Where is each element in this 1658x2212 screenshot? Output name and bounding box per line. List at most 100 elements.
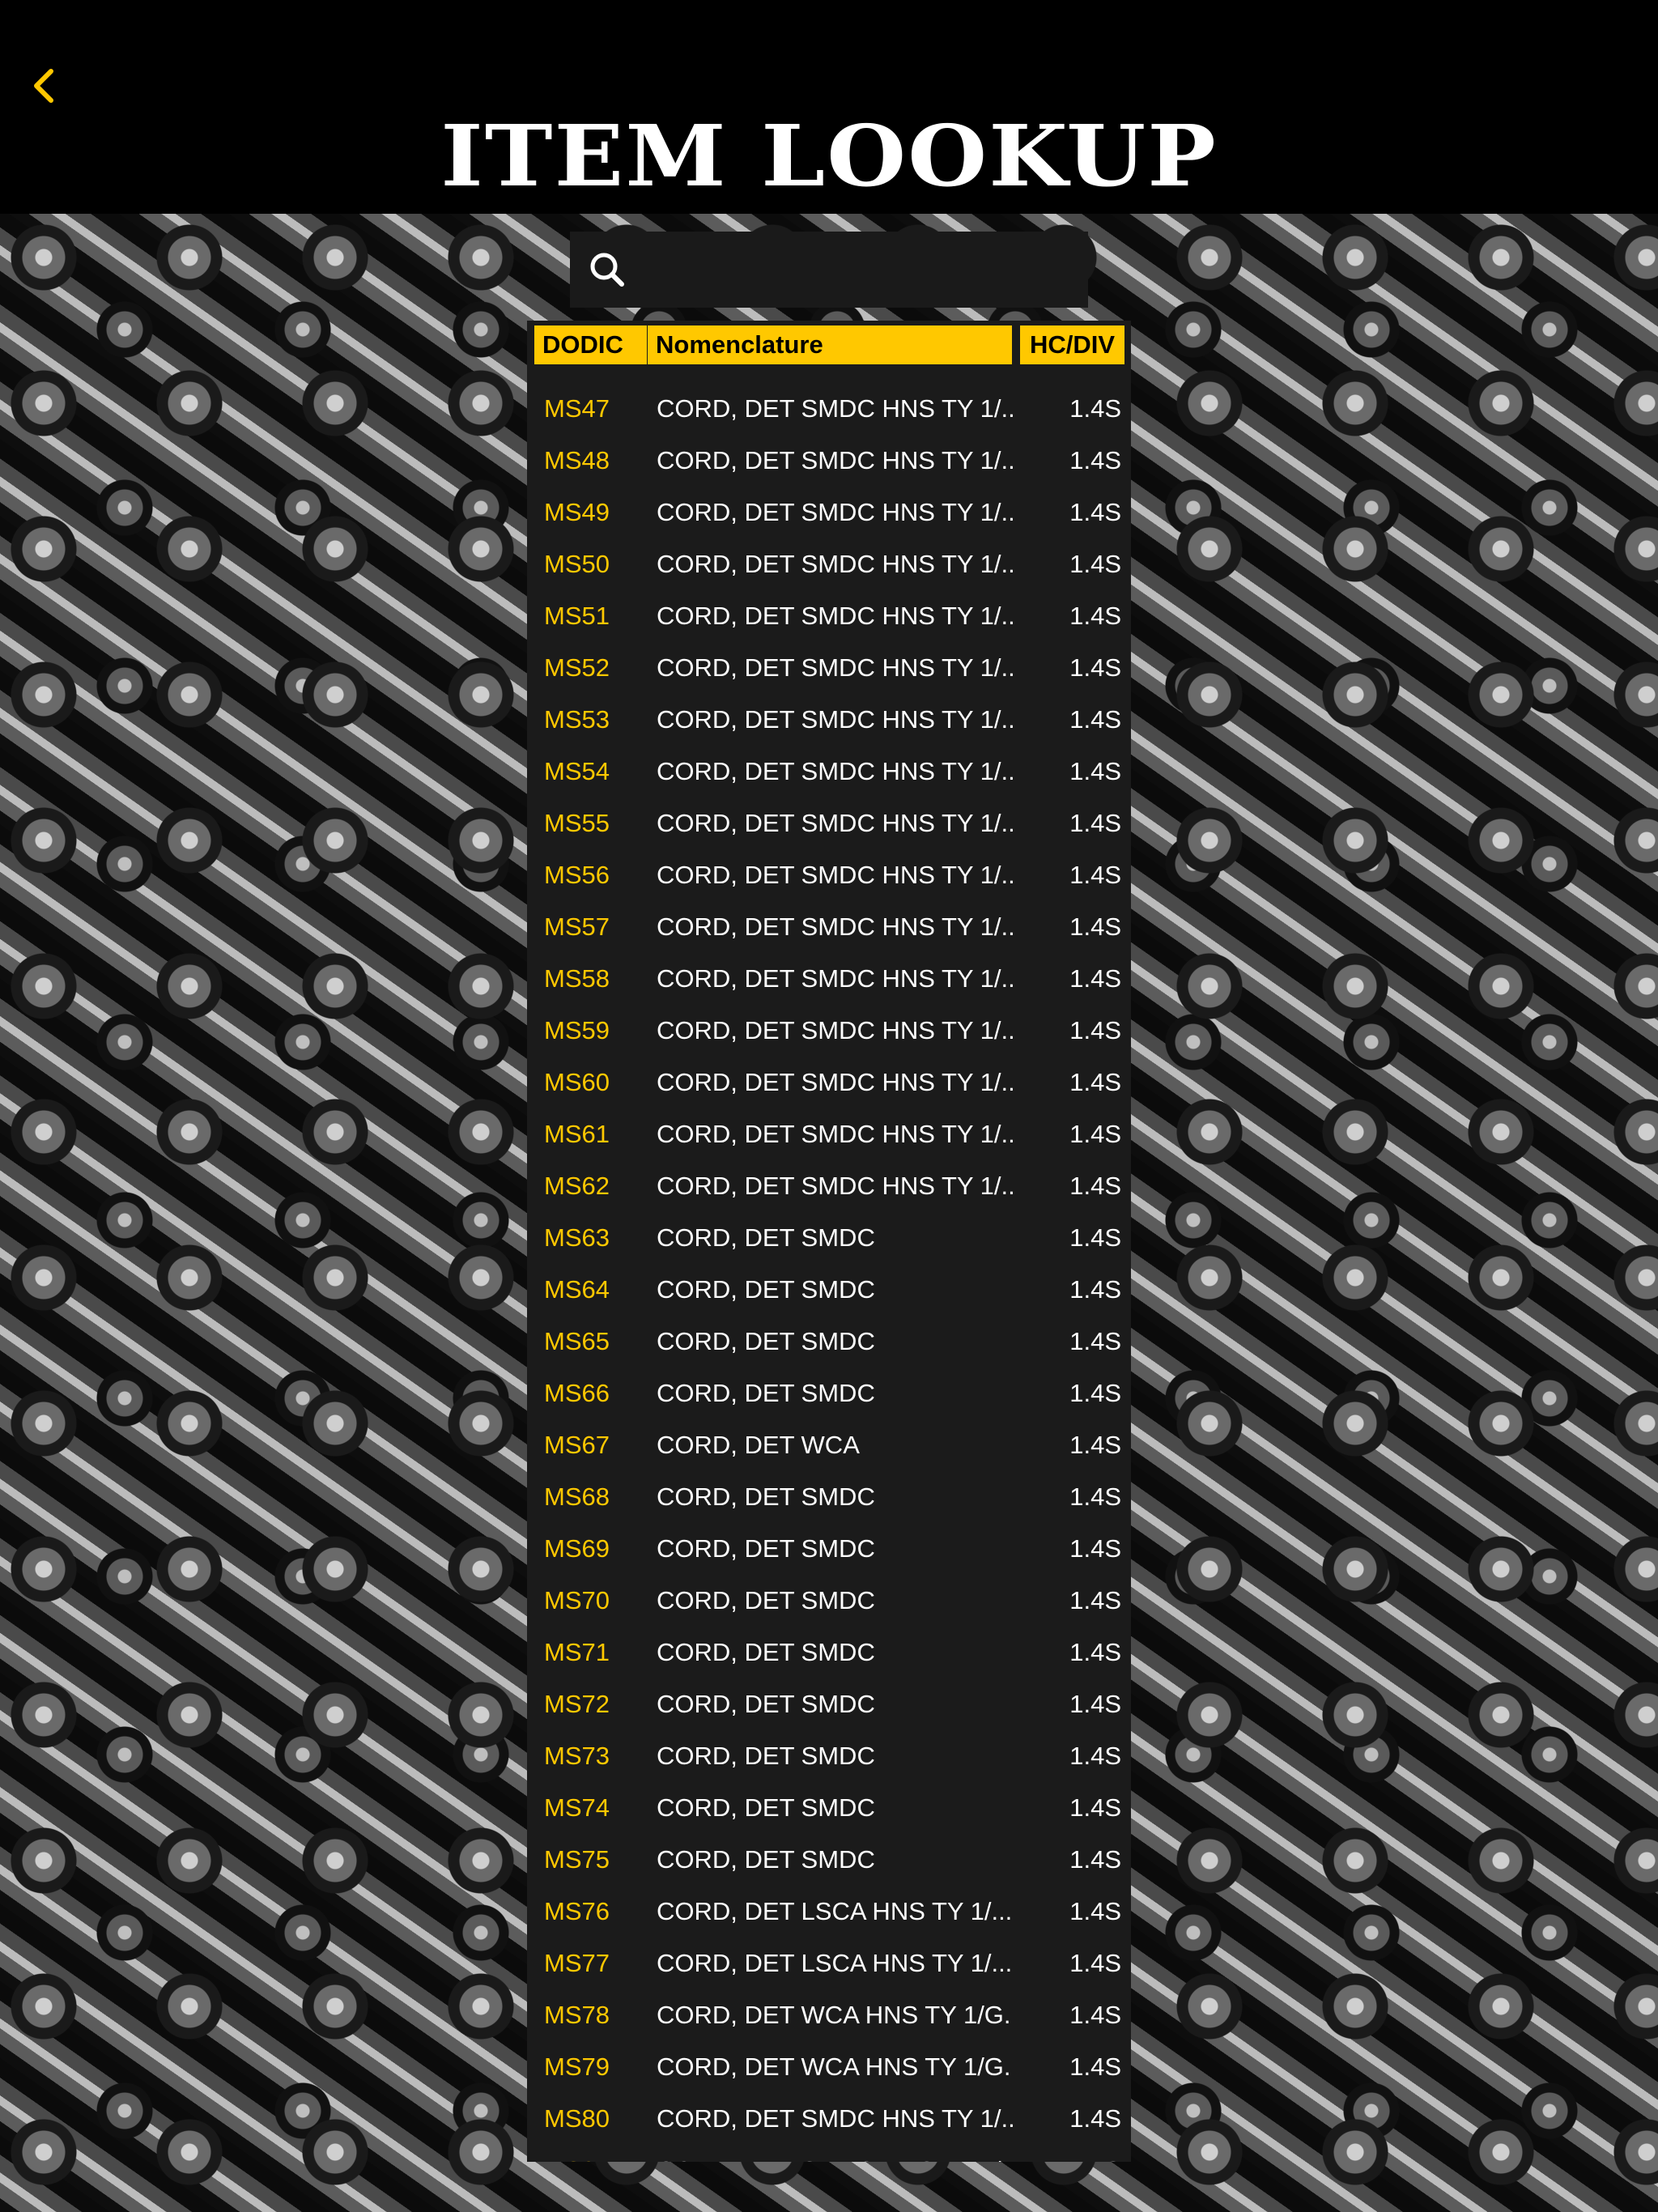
table-row[interactable]: MS74 CORD, DET SMDC 1.4S: [527, 1782, 1131, 1834]
cell-dodic: MS51: [544, 602, 610, 630]
cell-dodic: MS75: [544, 1845, 610, 1874]
cell-hcdiv: 1.4S: [1069, 1068, 1121, 1096]
cell-hcdiv: 1.4S: [1069, 705, 1121, 734]
item-lookup-screen: ITEM LOOKUP DODIC Nomenclature HC/DIV MS…: [0, 0, 1658, 2212]
cell-hcdiv: 1.4S: [1069, 1897, 1121, 1925]
cell-hcdiv: 1.4S: [1069, 861, 1121, 889]
table-row[interactable]: MS47 CORD, DET SMDC HNS TY 1/... 1.4S: [527, 383, 1131, 435]
table-row[interactable]: MS53 CORD, DET SMDC HNS TY 1/... 1.4S: [527, 694, 1131, 746]
table-row[interactable]: MS58 CORD, DET SMDC HNS TY 1/... 1.4S: [527, 953, 1131, 1005]
cell-hcdiv: 1.4S: [1069, 2052, 1121, 2081]
cell-hcdiv: 1.4S: [1069, 394, 1121, 423]
cell-dodic: MS80: [544, 2104, 610, 2133]
cell-hcdiv: 1.4S: [1069, 1534, 1121, 1563]
cell-dodic: MS72: [544, 1690, 610, 1718]
table-row[interactable]: MS69 CORD, DET SMDC 1.4S: [527, 1523, 1131, 1575]
table-row[interactable]: MS54 CORD, DET SMDC HNS TY 1/... 1.4S: [527, 746, 1131, 798]
cell-nomenclature: CORD, DET SMDC HNS TY 1/...: [657, 602, 1013, 630]
table-row[interactable]: MS80 CORD, DET SMDC HNS TY 1/... 1.4S: [527, 2093, 1131, 2145]
table-row[interactable]: MS50 CORD, DET SMDC HNS TY 1/... 1.4S: [527, 538, 1131, 590]
cell-nomenclature: CORD, DET SMDC HNS TY 1/...: [657, 653, 1013, 682]
cell-hcdiv: 1.4S: [1069, 1327, 1121, 1355]
cell-dodic: MS76: [544, 1897, 610, 1925]
table-row[interactable]: MS51 CORD, DET SMDC HNS TY 1/... 1.4S: [527, 590, 1131, 642]
page-title: ITEM LOOKUP: [440, 106, 1218, 206]
table-row[interactable]: MS62 CORD, DET SMDC HNS TY 1/... 1.4S: [527, 1160, 1131, 1212]
table-row[interactable]: MS73 CORD, DET SMDC 1.4S: [527, 1730, 1131, 1782]
cell-nomenclature: CORD, DET SMDC HNS TY 1/...: [657, 705, 1013, 734]
table-row[interactable]: MS60 CORD, DET SMDC HNS TY 1/... 1.4S: [527, 1057, 1131, 1108]
table-row[interactable]: MS72 CORD, DET SMDC 1.4S: [527, 1678, 1131, 1730]
cell-hcdiv: 1.4S: [1069, 1016, 1121, 1044]
table-row[interactable]: MS49 CORD, DET SMDC HNS TY 1/... 1.4S: [527, 487, 1131, 538]
cell-dodic: MS68: [544, 1482, 610, 1511]
cell-nomenclature: CORD, DET SMDC: [657, 1638, 875, 1666]
cell-hcdiv: 1.4S: [1069, 1379, 1121, 1407]
table-row[interactable]: MS75 CORD, DET SMDC 1.4S: [527, 1834, 1131, 1886]
cell-dodic: MS58: [544, 964, 610, 993]
table-row[interactable]: MS52 CORD, DET SMDC HNS TY 1/... 1.4S: [527, 642, 1131, 694]
table-row[interactable]: MS63 CORD, DET SMDC 1.4S: [527, 1212, 1131, 1264]
cell-dodic: MS49: [544, 498, 610, 526]
cell-nomenclature: CORD, DET SMDC HNS TY 1/...: [657, 861, 1013, 889]
table-row[interactable]: MS56 CORD, DET SMDC HNS TY 1/... 1.4S: [527, 849, 1131, 901]
cell-nomenclature: CORD, DET SMDC HNS TY 1/...: [657, 446, 1013, 474]
cell-hcdiv: 1.4S: [1069, 809, 1121, 837]
cell-nomenclature: CORD, DET SMDC: [657, 1690, 875, 1718]
cell-dodic: MS52: [544, 653, 610, 682]
column-header-nomenclature[interactable]: Nomenclature: [648, 325, 1012, 364]
cell-hcdiv: 1.4S: [1069, 1793, 1121, 1822]
cell-nomenclature: CORD, DET SMDC: [657, 1742, 875, 1770]
column-header-hcdiv[interactable]: HC/DIV: [1020, 325, 1124, 364]
table-header: DODIC Nomenclature HC/DIV: [527, 321, 1131, 369]
cell-dodic: MS60: [544, 1068, 610, 1096]
cell-dodic: MS62: [544, 1172, 610, 1200]
table-row[interactable]: MS81 CORD, DET SMDC HNS TY 1/...1.4S: [527, 2145, 1131, 2162]
table-row[interactable]: MS77 CORD, DET LSCA HNS TY 1/... 1.4S: [527, 1938, 1131, 1989]
cell-hcdiv: 1.4S: [1069, 1275, 1121, 1304]
cell-nomenclature: CORD, DET LSCA HNS TY 1/...: [657, 1949, 1013, 1977]
cell-dodic: MS47: [544, 394, 610, 423]
cell-nomenclature: CORD, DET SMDC HNS TY 1/...: [657, 550, 1013, 578]
cell-nomenclature: CORD, DET SMDC HNS TY 1/...: [657, 1068, 1013, 1096]
table-row[interactable]: MS48 CORD, DET SMDC HNS TY 1/... 1.4S: [527, 435, 1131, 487]
table-row[interactable]: MS65 CORD, DET SMDC 1.4S: [527, 1316, 1131, 1368]
back-button[interactable]: [24, 63, 63, 108]
table-row[interactable]: MS70 CORD, DET SMDC 1.4S: [527, 1575, 1131, 1627]
cell-nomenclature: CORD, DET SMDC HNS TY 1/...: [657, 498, 1013, 526]
table-row[interactable]: MS66 CORD, DET SMDC 1.4S: [527, 1368, 1131, 1419]
cell-dodic: MS64: [544, 1275, 610, 1304]
cell-nomenclature: CORD, DET SMDC HNS TY 1/...: [657, 2104, 1013, 2133]
header-bar: ITEM LOOKUP: [0, 0, 1658, 214]
cell-nomenclature: CORD, DET WCA HNS TY 1/G...: [657, 2052, 1013, 2081]
table-row[interactable]: MS71 CORD, DET SMDC 1.4S: [527, 1627, 1131, 1678]
cell-hcdiv: 1.4S: [1069, 1949, 1121, 1977]
table-row[interactable]: MS79 CORD, DET WCA HNS TY 1/G... 1.4S: [527, 2041, 1131, 2093]
table-row[interactable]: MS61 CORD, DET SMDC HNS TY 1/... 1.4S: [527, 1108, 1131, 1160]
chevron-left-icon: [34, 69, 53, 103]
cell-dodic: MS57: [544, 912, 610, 941]
cell-nomenclature: CORD, DET SMDC HNS TY 1/...: [657, 912, 1013, 941]
cell-dodic: MS69: [544, 1534, 610, 1563]
table-row[interactable]: MS57 CORD, DET SMDC HNS TY 1/... 1.4S: [527, 901, 1131, 953]
cell-dodic: MS56: [544, 861, 610, 889]
table-row[interactable]: MS67 CORD, DET WCA 1.4S: [527, 1419, 1131, 1471]
cell-dodic: MS73: [544, 1742, 610, 1770]
table-row[interactable]: MS55 CORD, DET SMDC HNS TY 1/... 1.4S: [527, 798, 1131, 849]
results-table: DODIC Nomenclature HC/DIV MS47 CORD, DET …: [527, 321, 1131, 2162]
cell-nomenclature: CORD, DET WCA HNS TY 1/G...: [657, 2001, 1013, 2029]
cell-dodic: MS79: [544, 2052, 610, 2081]
cell-nomenclature: CORD, DET SMDC: [657, 1534, 875, 1563]
cell-hcdiv: 1.4S: [1069, 446, 1121, 474]
table-row[interactable]: MS78 CORD, DET WCA HNS TY 1/G... 1.4S: [527, 1989, 1131, 2041]
table-row[interactable]: MS59 CORD, DET SMDC HNS TY 1/... 1.4S: [527, 1005, 1131, 1057]
table-row[interactable]: MS68 CORD, DET SMDC 1.4S: [527, 1471, 1131, 1523]
table-row[interactable]: MS64 CORD, DET SMDC 1.4S: [527, 1264, 1131, 1316]
search-bar[interactable]: [570, 232, 1088, 308]
search-input[interactable]: [640, 236, 1078, 303]
table-row[interactable]: MS76 CORD, DET LSCA HNS TY 1/... 1.4S: [527, 1886, 1131, 1938]
column-header-dodic[interactable]: DODIC: [534, 325, 647, 364]
cell-nomenclature: CORD, DET SMDC: [657, 1586, 875, 1614]
cell-nomenclature: CORD, DET SMDC HNS TY 1/...: [657, 964, 1013, 993]
cell-hcdiv: 1.4S: [1069, 912, 1121, 941]
